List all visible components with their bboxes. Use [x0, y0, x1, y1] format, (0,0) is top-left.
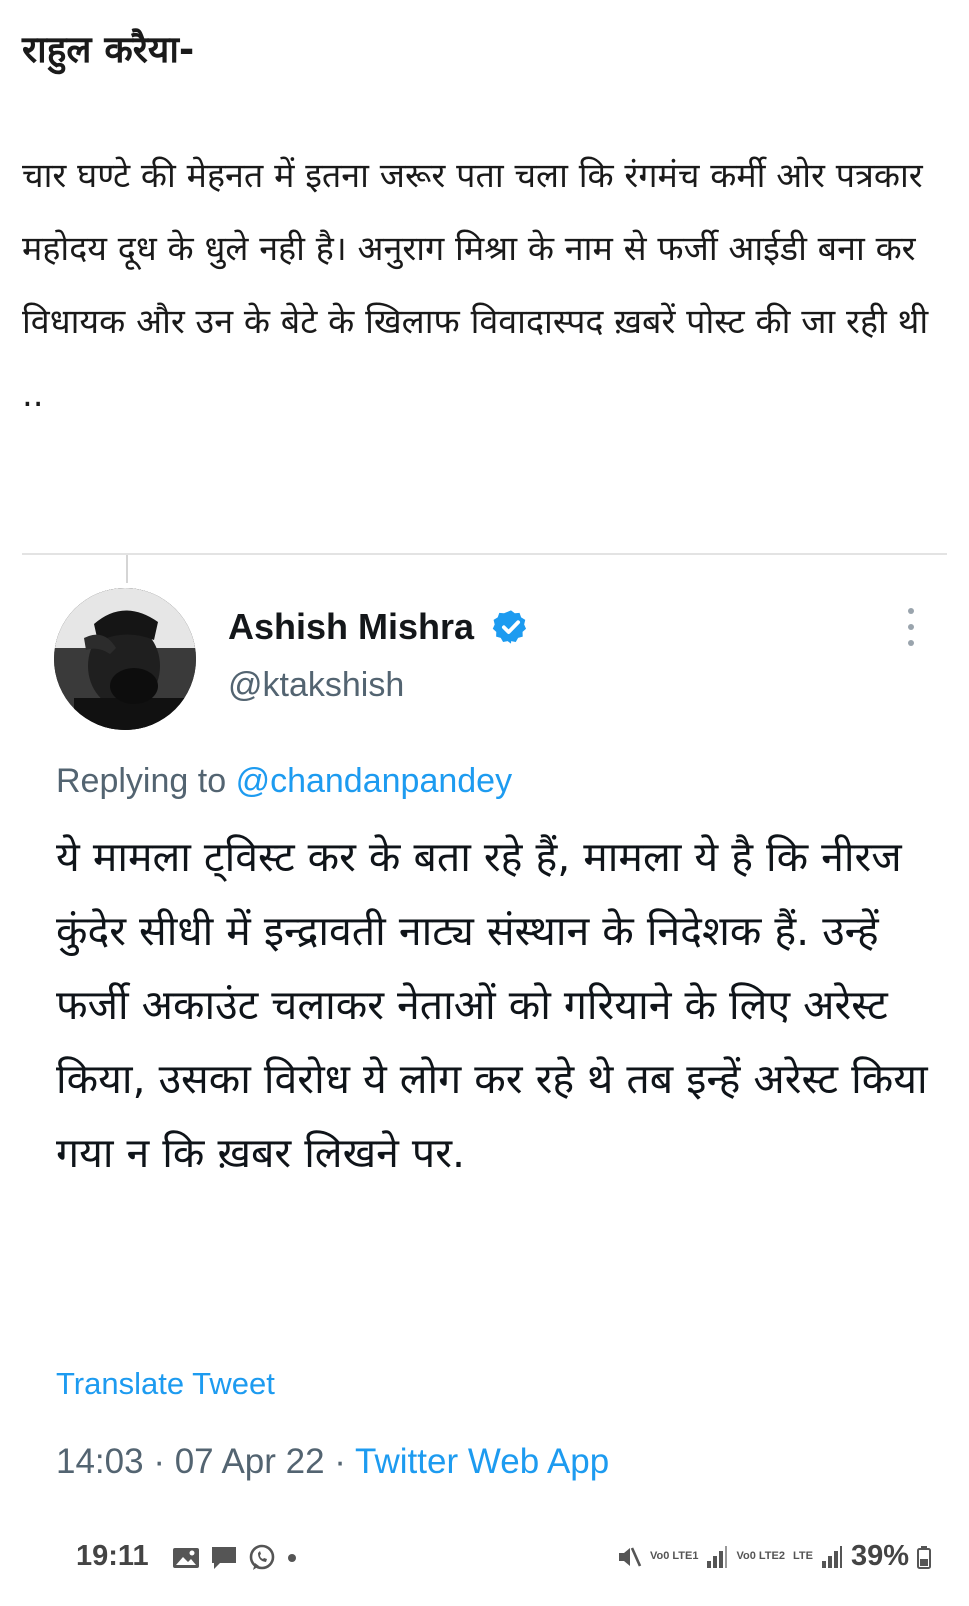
signal-icon	[707, 1545, 728, 1568]
notification-icons	[172, 1544, 298, 1572]
handle[interactable]: @ktakshish	[228, 666, 404, 705]
verified-badge-icon	[492, 610, 527, 644]
thread-line	[126, 555, 128, 583]
mute-icon	[618, 1546, 642, 1567]
avatar[interactable]	[54, 588, 196, 730]
replying-prefix: Replying to	[56, 762, 227, 800]
more-vertical-icon[interactable]	[906, 608, 916, 646]
sim1-label: Vo0 LTE1	[649, 1550, 699, 1562]
battery-icon	[917, 1545, 931, 1569]
status-time: 19:11	[76, 1540, 149, 1572]
replying-to-link[interactable]: @chandanpandey	[236, 762, 513, 800]
lte-label: LTE	[792, 1550, 813, 1562]
display-name[interactable]: Ashish Mishra	[228, 606, 474, 648]
tweet-time: 14:03	[56, 1442, 144, 1481]
sim2-label: Vo0 LTE2	[736, 1550, 785, 1562]
battery-percent: 39%	[850, 1540, 909, 1572]
tweet-date: 07 Apr 22	[174, 1442, 325, 1481]
divider	[22, 553, 947, 555]
post-author: राहुल करैया-	[22, 28, 195, 71]
tweet-text: ये मामला ट्विस्ट कर के बता रहे हैं, मामल…	[56, 833, 928, 1177]
meta-separator: ·	[153, 1442, 165, 1481]
dot-icon	[288, 1554, 296, 1562]
tweet-source[interactable]: Twitter Web App	[355, 1442, 609, 1481]
post-body: चार घण्टे की मेहनत में इतना जरूर पता चला…	[22, 156, 929, 415]
image-icon	[173, 1548, 199, 1568]
whatsapp-icon	[249, 1544, 275, 1570]
tweet-meta: 14:03 · 07 Apr 22 · Twitter Web App	[56, 1442, 609, 1482]
translate-tweet-link[interactable]: Translate Tweet	[56, 1366, 275, 1402]
system-icons: Vo0 LTE1 Vo0 LTE2 LTE 39%	[616, 1540, 931, 1573]
signal-icon	[821, 1545, 842, 1568]
status-bar: 19:11 Vo0 LTE1 Vo0 LTE2 LTE 39%	[0, 1530, 969, 1590]
replying-to: Replying to @chandanpandey	[56, 762, 512, 801]
avatar-photo	[54, 588, 196, 730]
meta-separator: ·	[334, 1442, 346, 1481]
message-icon	[212, 1547, 236, 1569]
